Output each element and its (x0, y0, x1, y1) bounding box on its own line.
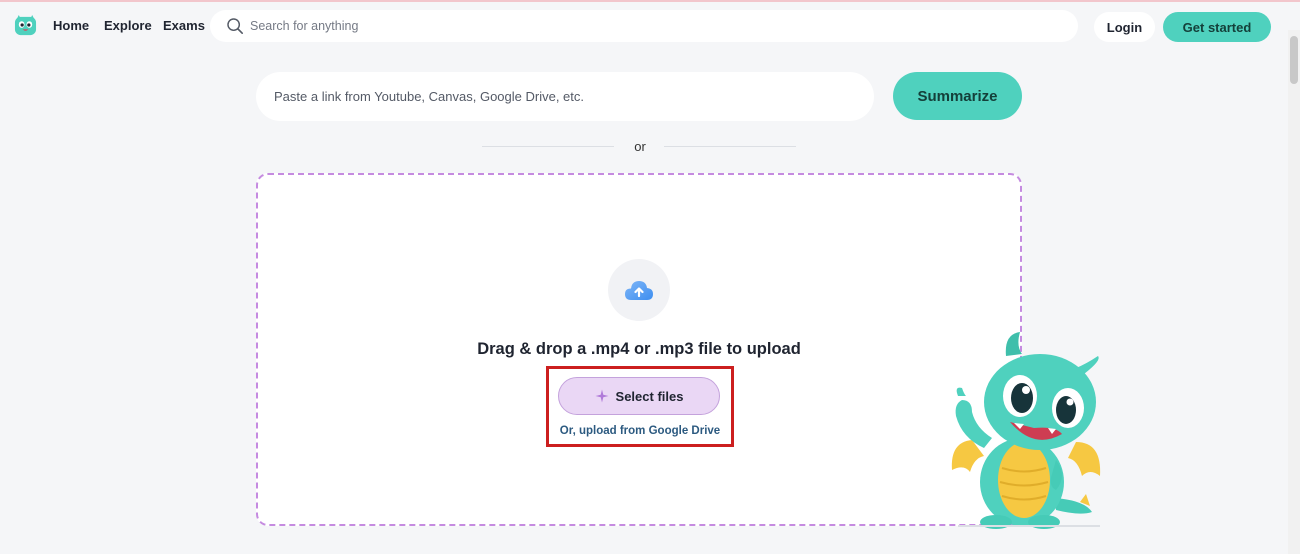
select-files-button[interactable]: Select files (558, 377, 720, 415)
select-files-label: Select files (615, 388, 684, 404)
nav-exams-link[interactable]: Exams (163, 18, 205, 33)
search-bar[interactable] (210, 10, 1078, 42)
nav-home-link[interactable]: Home (53, 18, 89, 33)
scrollbar-thumb[interactable] (1290, 36, 1298, 84)
mascot-logo-icon[interactable] (14, 14, 37, 37)
or-divider-text: or (634, 139, 646, 154)
link-input-container[interactable] (256, 72, 874, 121)
dragon-mascot-illustration (951, 332, 1101, 529)
link-input[interactable] (274, 72, 864, 121)
scrollbar-track[interactable] (1288, 30, 1300, 554)
search-input[interactable] (250, 10, 1050, 42)
get-started-button[interactable]: Get started (1163, 12, 1271, 42)
search-icon (227, 18, 244, 35)
nav-explore-link[interactable]: Explore (104, 18, 152, 33)
upload-icon-circle (608, 259, 670, 321)
divider-left (482, 146, 614, 147)
sparkle-icon (595, 389, 609, 403)
login-button[interactable]: Login (1094, 12, 1155, 42)
google-drive-upload-link[interactable]: Or, upload from Google Drive (546, 425, 734, 437)
cloud-upload-icon (625, 281, 653, 300)
dropzone-title: Drag & drop a .mp4 or .mp3 file to uploa… (477, 340, 801, 358)
summarize-button[interactable]: Summarize (893, 72, 1022, 120)
top-navbar: Home Explore Exams Login Get started (0, 2, 1300, 50)
divider-right (664, 146, 796, 147)
